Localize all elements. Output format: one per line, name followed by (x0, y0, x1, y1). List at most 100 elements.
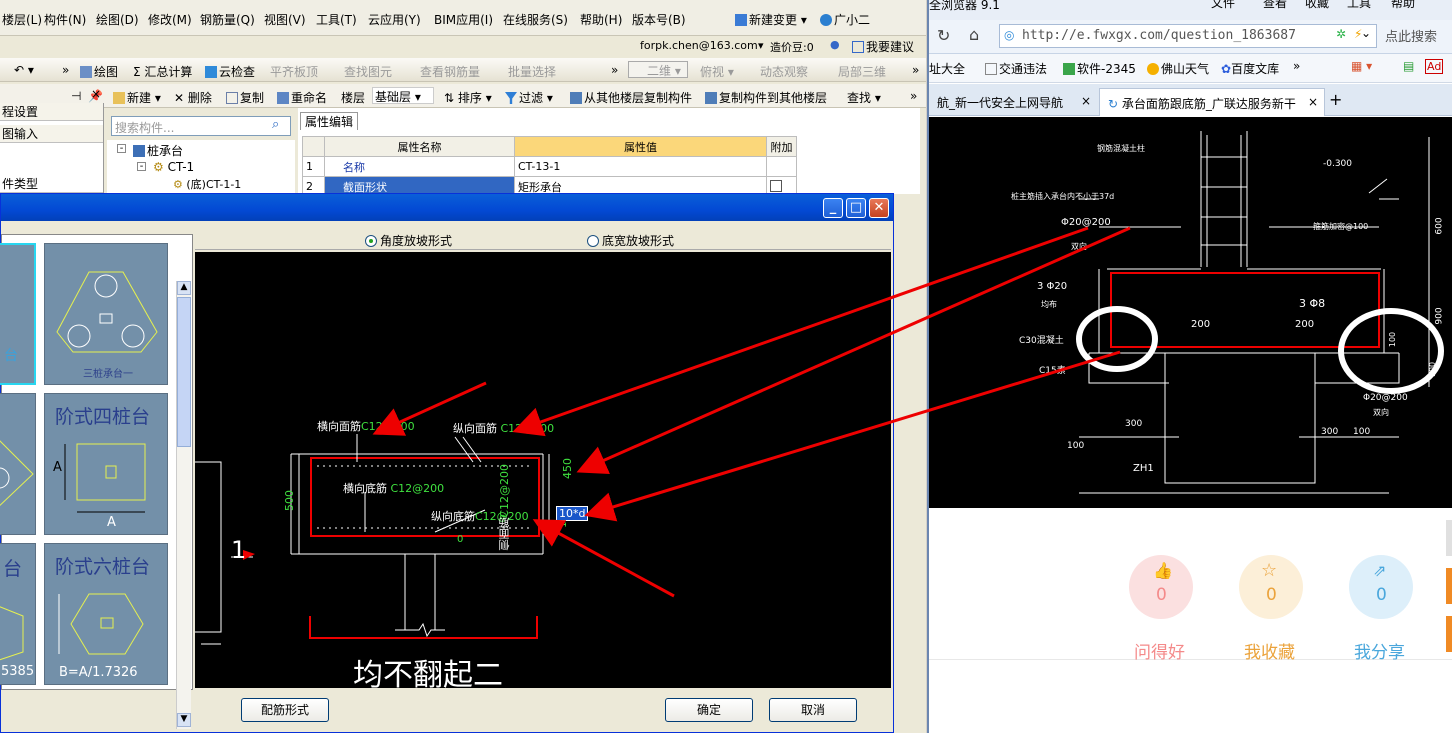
rename-button[interactable]: 重命名 (277, 89, 327, 106)
orbit-button[interactable]: 动态观察 (760, 63, 808, 80)
ok-button[interactable]: 确定 (665, 698, 753, 722)
menu-new-change[interactable]: 新建变更 ▾ (735, 11, 807, 28)
search-icon[interactable]: ⌕ (272, 117, 279, 132)
menu-modify[interactable]: 修改(M) (148, 11, 192, 28)
thumb-scrollbar[interactable]: ▲ ▼ (176, 281, 191, 729)
menu-tools[interactable]: 工具(T) (316, 11, 357, 28)
ad-icon[interactable]: Ad (1425, 59, 1444, 74)
view-rebar-button[interactable]: 查看钢筋量 (420, 63, 480, 80)
new-button[interactable]: 新建 ▾ (113, 89, 161, 106)
fav-baidu-wenku[interactable]: ✿百度文库 (1221, 60, 1279, 77)
refresh-icon[interactable]: ↻ (937, 26, 950, 45)
account-email[interactable]: forpk.chen@163.com (640, 39, 758, 52)
menu-view[interactable]: 视图(V) (264, 11, 306, 28)
book-icon[interactable]: ▤ (1403, 59, 1414, 73)
undo-icon[interactable]: ↶ ▾ (14, 63, 34, 77)
like-label[interactable]: 问得好 (1134, 638, 1185, 663)
url-input[interactable]: ◎ http://e.fwxgx.com/question_1863687 ✲ … (999, 24, 1377, 48)
minimize-button[interactable]: _ (823, 198, 843, 218)
favorite-label[interactable]: 我收藏 (1244, 638, 1295, 663)
cloud-check-button[interactable]: 云检查 (205, 63, 255, 80)
component-search-input[interactable]: 搜索构件... ⌕ (111, 116, 291, 136)
tree-node-pile-cap[interactable]: 桩承台 (133, 142, 183, 159)
sum-calc-button[interactable]: Σ 汇总计算 (133, 63, 192, 80)
action-favorite[interactable]: ☆ 0 (1239, 555, 1303, 619)
menu-cloud[interactable]: 云应用(Y) (368, 11, 421, 28)
radio-width-slope[interactable]: 底宽放坡形式 (587, 232, 674, 249)
menu-guangxiaoer[interactable]: 广小二 (820, 11, 870, 28)
draw-button[interactable]: 绘图 (80, 63, 118, 80)
fav-url-list[interactable]: 址大全 (929, 60, 965, 77)
new-tab-icon[interactable]: + (1329, 90, 1342, 109)
action-like[interactable]: 👍 0 (1129, 555, 1193, 619)
close-button[interactable]: ✕ (869, 198, 889, 218)
menu-version[interactable]: 版本号(B) (632, 11, 686, 28)
menu-component[interactable]: 构件(N) (44, 11, 86, 28)
copy-to-floor-button[interactable]: 复制构件到其他楼层 (705, 89, 827, 106)
suggest-link[interactable]: 我要建议 (852, 38, 914, 55)
batch-select-button[interactable]: 批量选择 (508, 63, 556, 80)
floor-select[interactable]: 基础层 ▾ (372, 87, 434, 104)
fav-traffic[interactable]: 交通违法 (985, 60, 1047, 77)
extra-checkbox[interactable] (770, 180, 782, 192)
close-panel-icon[interactable]: × (91, 87, 101, 101)
fav-weather[interactable]: 佛山天气 (1147, 60, 1209, 77)
shape-thumb-selected[interactable]: 台 (0, 243, 36, 385)
cancel-button[interactable]: 取消 (769, 698, 857, 722)
copy-from-floor-button[interactable]: 从其他楼层复制构件 (570, 89, 692, 106)
find-button[interactable]: 查找 ▾ (847, 89, 881, 106)
tab-active-question[interactable]: ↻ 承台面筋跟底筋_广联达服务新干 × (1099, 88, 1325, 116)
view-mode-select[interactable]: 二维 ▾ (628, 61, 688, 78)
nav-project-settings[interactable]: 程设置 (0, 103, 103, 121)
radio-angle-slope[interactable]: 角度放坡形式 (365, 232, 452, 249)
local-3d-button[interactable]: 局部三维 (838, 63, 886, 80)
top-view-button[interactable]: 俯视 ▾ (700, 63, 734, 80)
rebar-drawing-canvas[interactable]: 横向面筋C12@200 纵向面筋 C12@200 横向底筋 C12@200 纵向… (195, 252, 891, 688)
browser-menu-view[interactable]: 查看 (1263, 0, 1287, 11)
menu-draw[interactable]: 绘图(D) (96, 11, 139, 28)
fav-2345[interactable]: 软件-2345 (1063, 60, 1136, 77)
nav-drawing-input[interactable]: 图输入 (0, 125, 103, 143)
home-icon[interactable]: ⌂ (969, 25, 979, 44)
filter-button[interactable]: 过滤 ▾ (505, 89, 553, 106)
sort-button[interactable]: ⇅ 排序 ▾ (444, 89, 492, 106)
side-widget[interactable] (1446, 616, 1452, 652)
menu-bim[interactable]: BIM应用(I) (434, 11, 493, 28)
bell-icon[interactable]: ● (830, 38, 840, 51)
tree-node-ct1-1[interactable]: ⚙ (底)CT-1-1 (173, 176, 241, 192)
shape-thumb-partial[interactable] (0, 393, 36, 535)
menu-online[interactable]: 在线服务(S) (503, 11, 568, 28)
tab-property-edit[interactable]: 属性编辑 (300, 112, 359, 130)
tree-node-ct1[interactable]: ⚙ CT-1 (153, 160, 194, 174)
dropdown-icon[interactable]: ⌄ (1361, 26, 1371, 40)
maximize-button[interactable]: □ (846, 198, 866, 218)
menu-rebar[interactable]: 钢筋量(Q) (200, 11, 255, 28)
browser-menu-tools[interactable]: 工具 (1347, 0, 1371, 11)
scroll-thumb[interactable] (177, 297, 191, 447)
browser-menu-file[interactable]: 文件 (1211, 0, 1235, 11)
dimension-edit-box[interactable]: 10*d (556, 506, 589, 521)
menu-help[interactable]: 帮助(H) (580, 11, 622, 28)
side-widget[interactable] (1446, 520, 1452, 556)
scroll-down-icon[interactable]: ▼ (177, 713, 191, 727)
nav-component-type[interactable]: 件类型 (0, 175, 103, 193)
side-widget[interactable] (1446, 568, 1452, 604)
apps-icon[interactable]: ▦ ▾ (1351, 59, 1372, 73)
rebar-form-button[interactable]: 配筋形式 (241, 698, 329, 722)
table-row[interactable]: 1 名称 CT-13-1 (302, 156, 797, 177)
shape-thumb-stepped-six[interactable]: 阶式六桩台 B=A/1.7326 (44, 543, 168, 685)
tab-navigation[interactable]: 航_新一代安全上网导航 × (929, 88, 1097, 116)
align-slab-button[interactable]: 平齐板顶 (270, 63, 318, 80)
scroll-up-icon[interactable]: ▲ (177, 281, 191, 295)
browser-menu-favorites[interactable]: 收藏 (1305, 0, 1329, 11)
find-element-button[interactable]: 查找图元 (344, 63, 392, 80)
delete-button[interactable]: ✕ 删除 (174, 89, 212, 106)
search-box[interactable]: 点此搜索 (1385, 26, 1437, 45)
shape-thumb-partial-2[interactable]: 台 5385 (0, 543, 36, 685)
action-share[interactable]: ⇗ 0 (1349, 555, 1413, 619)
browser-menu-help[interactable]: 帮助 (1391, 0, 1415, 11)
shape-thumb-three-pile[interactable]: 三桩承台一 (44, 243, 168, 385)
share-label[interactable]: 我分享 (1354, 638, 1405, 663)
tab-close-icon[interactable]: × (1308, 95, 1318, 109)
shape-thumb-stepped-four[interactable]: 阶式四桩台 A A (44, 393, 168, 535)
